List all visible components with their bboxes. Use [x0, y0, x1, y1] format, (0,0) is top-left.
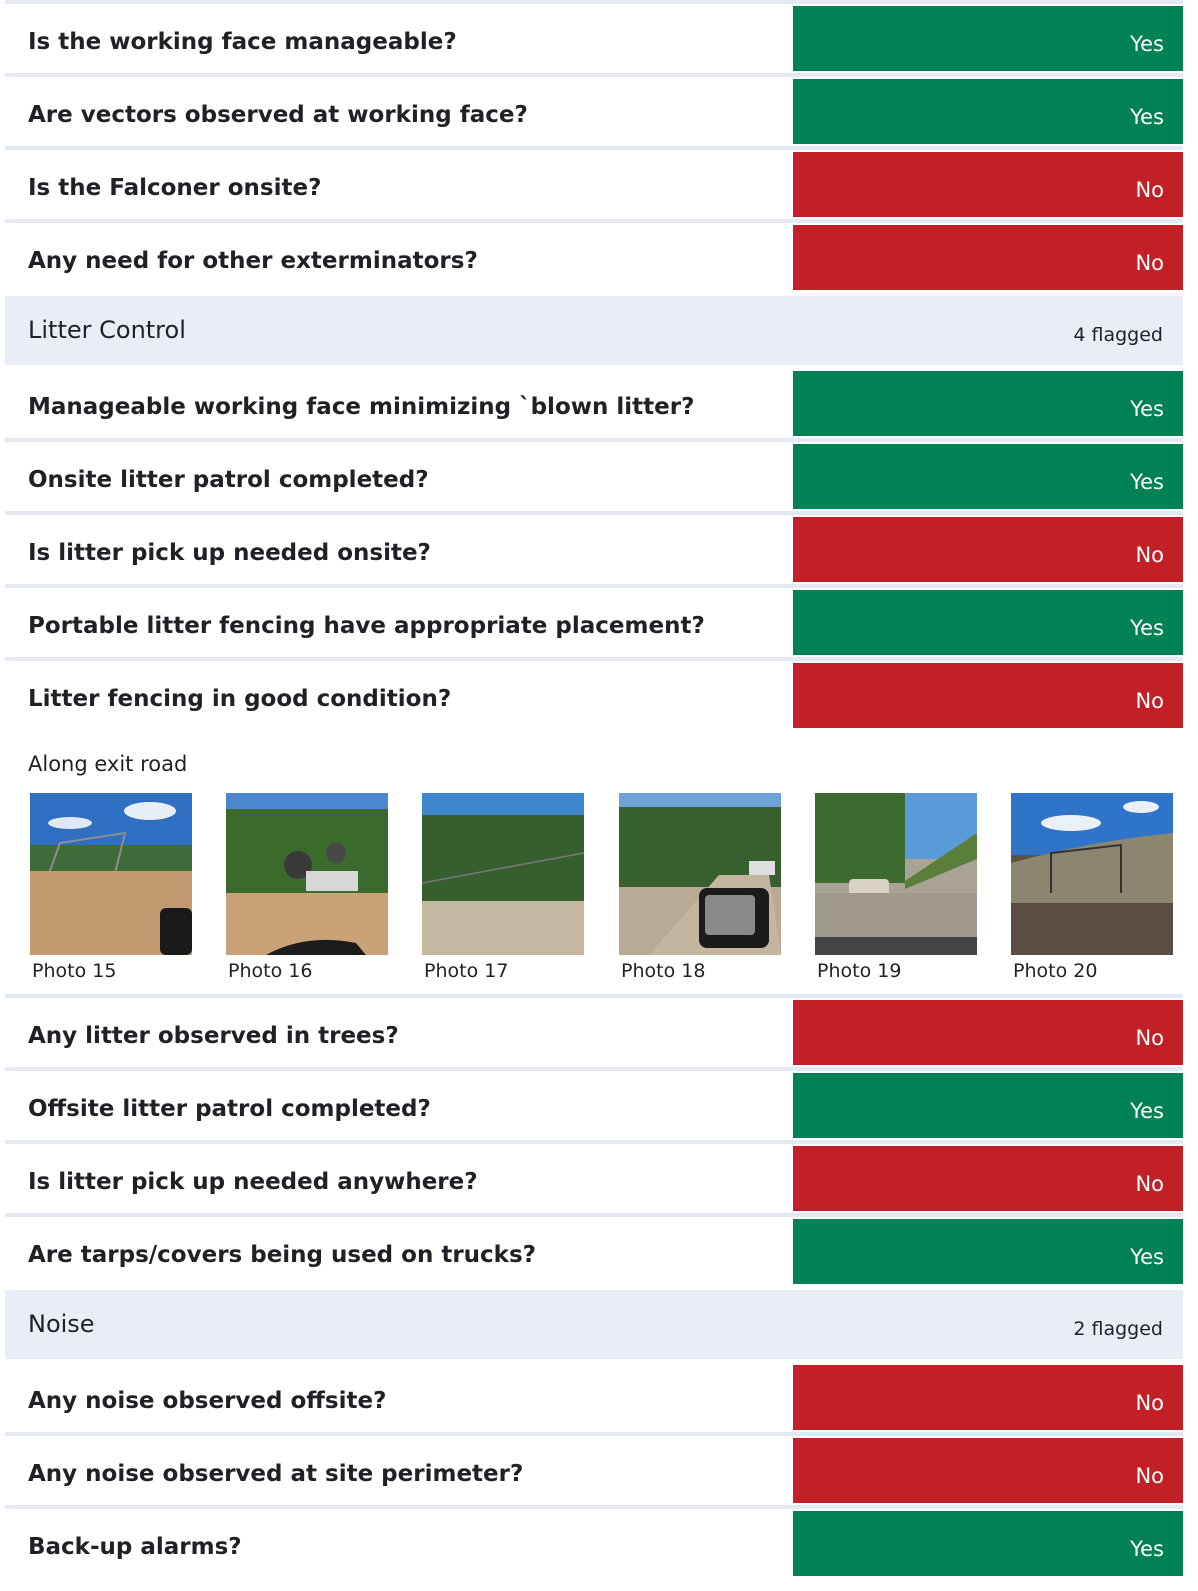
- flagged-count: 4 flagged: [1073, 324, 1163, 346]
- question-text: Portable litter fencing have appropriate…: [28, 613, 705, 639]
- question-row: Is litter pick up needed onsite? No: [5, 515, 1183, 588]
- question-text: Manageable working face minimizing `blow…: [28, 394, 695, 420]
- question-row: Any need for other exterminators? No: [5, 223, 1183, 296]
- fencing-note-block: Along exit road Photo 15 Photo 16 Photo …: [5, 730, 1183, 998]
- section-header-noise[interactable]: Noise 2 flagged: [5, 1290, 1183, 1359]
- photo-18[interactable]: Photo 18: [619, 793, 781, 982]
- photo-thumbnail[interactable]: [1011, 793, 1173, 955]
- question-row: Litter fencing in good condition? No: [5, 661, 1183, 730]
- question-text: Are tarps/covers being used on trucks?: [28, 1242, 537, 1268]
- question-row: Onsite litter patrol completed? Yes: [5, 442, 1183, 515]
- answer-yes[interactable]: Yes: [793, 1219, 1183, 1284]
- note-text: Along exit road: [28, 752, 188, 776]
- question-row: Any noise observed offsite? No: [5, 1363, 1183, 1436]
- photo-thumbnail[interactable]: [422, 793, 584, 955]
- section-header-litter-control[interactable]: Litter Control 4 flagged: [5, 296, 1183, 365]
- photo-15[interactable]: Photo 15: [30, 793, 192, 982]
- section-title: Noise: [28, 1310, 95, 1338]
- question-row: Manageable working face minimizing `blow…: [5, 369, 1183, 442]
- photo-20[interactable]: Photo 20: [1011, 793, 1173, 982]
- photo-caption: Photo 20: [1013, 960, 1098, 982]
- question-text: Is litter pick up needed onsite?: [28, 540, 431, 566]
- answer-no[interactable]: No: [793, 1000, 1183, 1065]
- photo-caption: Photo 18: [621, 960, 706, 982]
- photo-caption: Photo 16: [228, 960, 313, 982]
- answer-yes[interactable]: Yes: [793, 1073, 1183, 1138]
- photo-thumbnail[interactable]: [815, 793, 977, 955]
- question-row: Is the Falconer onsite? No: [5, 150, 1183, 223]
- question-row: Is litter pick up needed anywhere? No: [5, 1144, 1183, 1217]
- photo-thumbnail[interactable]: [619, 793, 781, 955]
- answer-yes[interactable]: Yes: [793, 1511, 1183, 1576]
- question-text: Are vectors observed at working face?: [28, 102, 528, 128]
- answer-yes[interactable]: Yes: [793, 590, 1183, 655]
- question-text: Is litter pick up needed anywhere?: [28, 1169, 478, 1195]
- answer-no[interactable]: No: [793, 1438, 1183, 1503]
- photo-17[interactable]: Photo 17: [422, 793, 584, 982]
- answer-yes[interactable]: Yes: [793, 444, 1183, 509]
- photo-caption: Photo 17: [424, 960, 509, 982]
- question-row: Offsite litter patrol completed? Yes: [5, 1071, 1183, 1144]
- answer-yes[interactable]: Yes: [793, 6, 1183, 71]
- question-text: Is the Falconer onsite?: [28, 175, 322, 201]
- question-row: Back-up alarms? Yes: [5, 1509, 1183, 1578]
- question-row: Are vectors observed at working face? Ye…: [5, 77, 1183, 150]
- answer-yes[interactable]: Yes: [793, 371, 1183, 436]
- flagged-count: 2 flagged: [1073, 1318, 1163, 1340]
- question-text: Is the working face manageable?: [28, 29, 457, 55]
- question-text: Back-up alarms?: [28, 1534, 242, 1560]
- photo-caption: Photo 15: [32, 960, 117, 982]
- photo-caption: Photo 19: [817, 960, 902, 982]
- question-row: Any litter observed in trees? No: [5, 998, 1183, 1071]
- question-text: Any need for other exterminators?: [28, 248, 478, 274]
- answer-no[interactable]: No: [793, 663, 1183, 728]
- section-title: Litter Control: [28, 316, 186, 344]
- answer-no[interactable]: No: [793, 1365, 1183, 1430]
- question-text: Any litter observed in trees?: [28, 1023, 399, 1049]
- question-text: Any noise observed at site perimeter?: [28, 1461, 524, 1487]
- question-text: Offsite litter patrol completed?: [28, 1096, 431, 1122]
- photo-19[interactable]: Photo 19: [815, 793, 977, 982]
- answer-no[interactable]: No: [793, 517, 1183, 582]
- question-row: Is the working face manageable? Yes: [5, 4, 1183, 77]
- question-row: Portable litter fencing have appropriate…: [5, 588, 1183, 661]
- answer-no[interactable]: No: [793, 225, 1183, 290]
- question-text: Any noise observed offsite?: [28, 1388, 387, 1414]
- question-row: Are tarps/covers being used on trucks? Y…: [5, 1217, 1183, 1290]
- answer-no[interactable]: No: [793, 1146, 1183, 1211]
- photo-thumbnail[interactable]: [30, 793, 192, 955]
- photo-16[interactable]: Photo 16: [226, 793, 388, 982]
- photo-thumbnail[interactable]: [226, 793, 388, 955]
- question-row: Any noise observed at site perimeter? No: [5, 1436, 1183, 1509]
- answer-no[interactable]: No: [793, 152, 1183, 217]
- answer-yes[interactable]: Yes: [793, 79, 1183, 144]
- inspection-report: Is the working face manageable? Yes Are …: [5, 0, 1183, 1578]
- question-text: Litter fencing in good condition?: [28, 686, 452, 712]
- question-text: Onsite litter patrol completed?: [28, 467, 429, 493]
